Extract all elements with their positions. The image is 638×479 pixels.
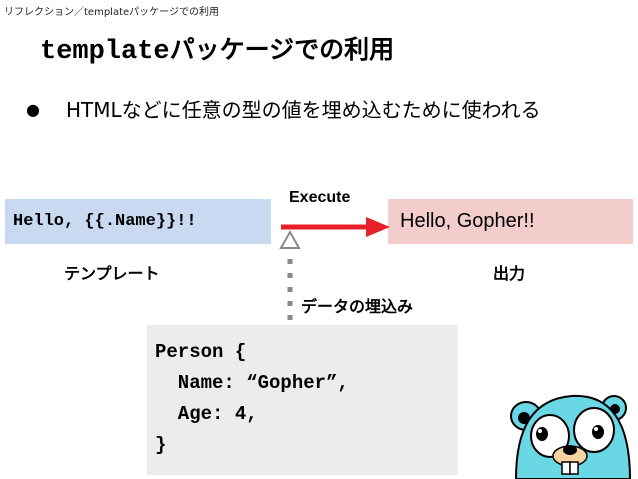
- person-code-line: Person {: [155, 341, 247, 363]
- person-code-line: }: [155, 434, 167, 456]
- gopher-mascot-icon: [510, 394, 632, 479]
- person-code-line: Name: “Gopher”,: [155, 372, 349, 394]
- person-code-line: Age: 4,: [155, 403, 258, 425]
- execute-arrow: [281, 217, 390, 237]
- person-struct-box: Person { Name: “Gopher”, Age: 4, }: [147, 325, 458, 475]
